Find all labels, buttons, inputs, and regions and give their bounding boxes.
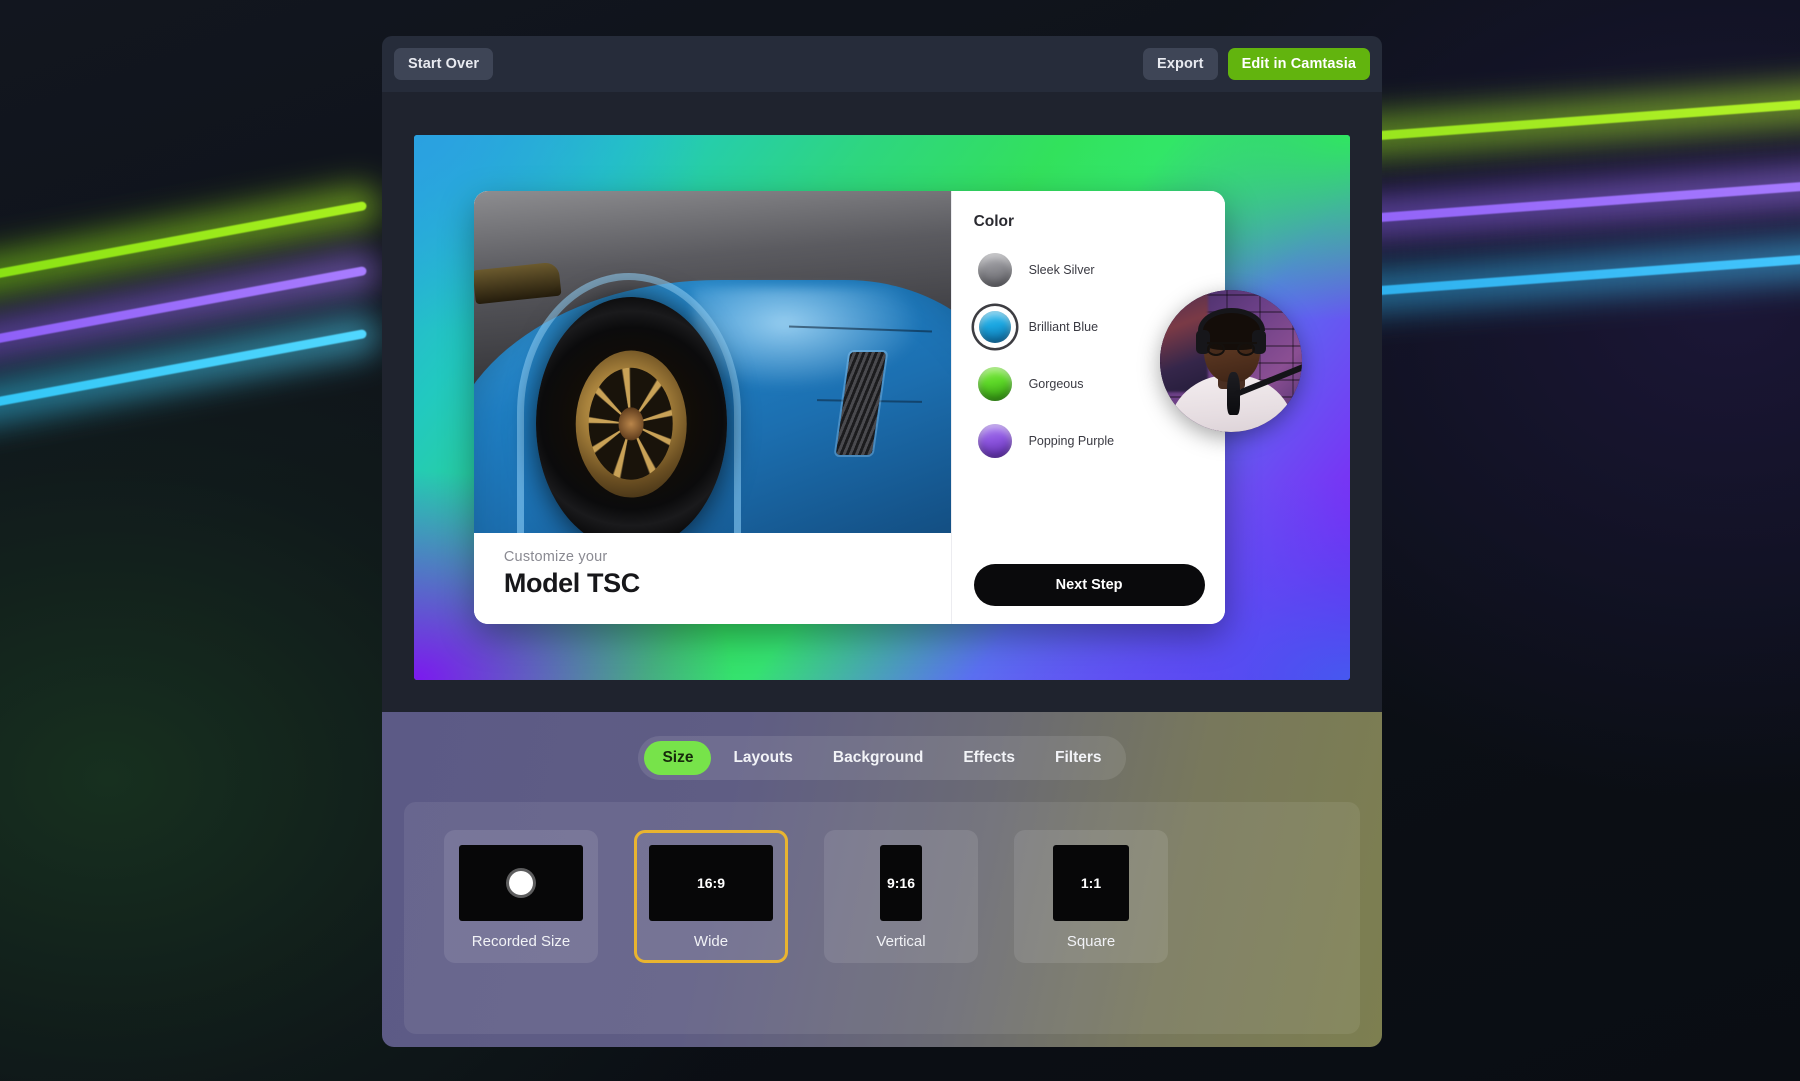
size-card-vertical[interactable]: 9:16 Vertical: [824, 830, 978, 963]
color-swatch-brilliant-blue[interactable]: [974, 306, 1016, 348]
swatch-fill: [977, 367, 1012, 402]
control-panel: Size Layouts Background Effects Filters …: [382, 712, 1382, 1047]
toolbar: Start Over Export Edit in Camtasia: [382, 36, 1382, 92]
car-rim: [575, 350, 687, 498]
aspect-ratio-text: 1:1: [1080, 875, 1102, 891]
video-canvas[interactable]: Customize your Model TSC Color Sleek Sil: [414, 135, 1350, 680]
export-button[interactable]: Export: [1143, 48, 1218, 80]
edit-in-camtasia-button[interactable]: Edit in Camtasia: [1227, 48, 1370, 80]
caption-title: Model TSC: [503, 568, 640, 599]
neon-streak-purple: [0, 265, 368, 354]
recorded-screen-content: Customize your Model TSC Color Sleek Sil: [473, 191, 1225, 625]
video-preview-stage: Customize your Model TSC Color Sleek Sil: [382, 92, 1382, 712]
color-option-row[interactable]: Sleek Silver: [974, 249, 1205, 291]
swatch-fill: [977, 253, 1012, 288]
tab-layouts[interactable]: Layouts: [715, 741, 810, 775]
tab-filters[interactable]: Filters: [1037, 741, 1120, 775]
size-thumbnail: 9:16: [880, 845, 922, 921]
product-caption: Customize your Model TSC: [473, 533, 951, 625]
record-dot-icon: [509, 871, 533, 895]
color-option-label: Brilliant Blue: [1028, 320, 1099, 335]
glasses-lens-right: [1236, 341, 1256, 356]
neon-streaks-left: [0, 200, 380, 440]
size-card-label: Recorded Size: [471, 933, 571, 950]
size-card-label: Wide: [693, 933, 729, 950]
size-card-recorded-size[interactable]: Recorded Size: [444, 830, 598, 963]
tab-background[interactable]: Background: [815, 741, 941, 775]
aspect-ratio-text: 16:9: [696, 875, 726, 891]
toolbar-right-group: Export Edit in Camtasia: [1143, 48, 1370, 80]
size-card-list: Recorded Size 16:9 Wide 9:16 Vertical 1:…: [444, 830, 1320, 963]
color-option-label: Popping Purple: [1028, 434, 1115, 449]
sports-car-photo: [473, 191, 951, 534]
tab-size[interactable]: Size: [644, 741, 712, 775]
swatch-fill: [978, 311, 1011, 344]
car-tire: [535, 297, 727, 534]
caption-subtitle: Customize your: [503, 549, 608, 566]
start-over-button[interactable]: Start Over: [394, 48, 494, 80]
app-window: Start Over Export Edit in Camtasia Custo…: [382, 36, 1382, 1047]
webcam-bubble[interactable]: [1160, 289, 1303, 433]
neon-streak-blue: [0, 328, 368, 417]
color-swatch-sleek-silver[interactable]: [974, 249, 1016, 291]
neon-streak-green: [0, 200, 368, 289]
size-card-label: Vertical: [876, 933, 926, 950]
size-card-square[interactable]: 1:1 Square: [1014, 830, 1168, 963]
color-option-label: Gorgeous: [1028, 377, 1084, 392]
size-thumbnail: 1:1: [1053, 845, 1129, 921]
aspect-ratio-text: 9:16: [886, 875, 916, 891]
color-panel-heading: Color: [973, 213, 1015, 231]
product-hero-column: Customize your Model TSC: [473, 191, 951, 625]
next-step-button[interactable]: Next Step: [973, 564, 1205, 607]
size-thumbnail: 16:9: [649, 845, 773, 921]
color-swatch-popping-purple[interactable]: [974, 420, 1016, 462]
size-options-area: Recorded Size 16:9 Wide 9:16 Vertical 1:…: [404, 802, 1360, 1034]
swatch-fill: [977, 424, 1012, 459]
size-card-wide[interactable]: 16:9 Wide: [634, 830, 788, 963]
tab-effects[interactable]: Effects: [945, 741, 1033, 775]
size-thumbnail: [459, 845, 583, 921]
tab-bar: Size Layouts Background Effects Filters: [638, 736, 1126, 780]
size-card-label: Square: [1066, 933, 1116, 950]
car-mirror: [473, 262, 562, 306]
color-option-label: Sleek Silver: [1028, 263, 1095, 278]
color-swatch-gorgeous[interactable]: [974, 363, 1016, 405]
desktop-background: Start Over Export Edit in Camtasia Custo…: [0, 0, 1800, 1081]
